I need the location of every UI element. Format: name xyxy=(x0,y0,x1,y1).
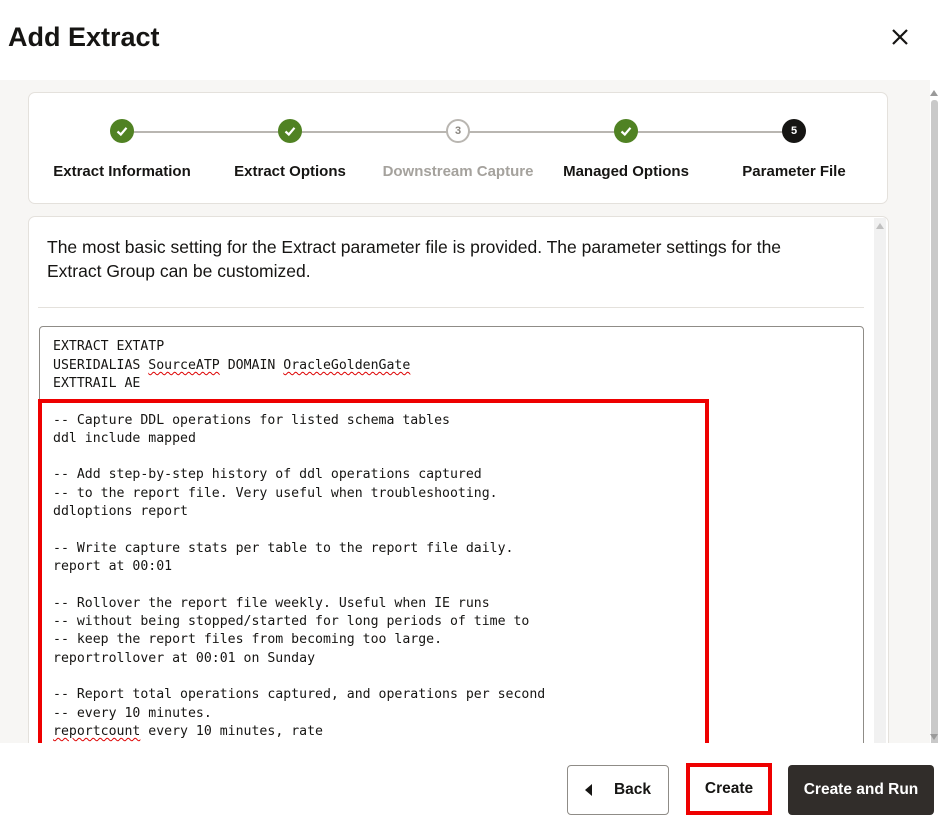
step-1-complete-marker[interactable] xyxy=(110,119,134,143)
code-line: report at 00:01 xyxy=(53,559,173,574)
checkmark-icon xyxy=(116,127,128,137)
code-line: -- without being stopped/started for lon… xyxy=(53,614,530,629)
scroll-up-arrow[interactable] xyxy=(930,90,938,96)
code-line: EXTRACT EXTATP xyxy=(53,339,165,354)
step-label-extract-options[interactable]: Extract Options xyxy=(205,163,375,180)
code-line: -- every 10 minutes. xyxy=(53,706,212,721)
close-button[interactable] xyxy=(884,20,918,54)
code-line-reportcount: reportcount every 10 minutes, rate xyxy=(53,724,323,739)
code-line-useridalias: USERIDALIAS SourceATP DOMAIN OracleGolde… xyxy=(53,358,411,373)
panel-scroll-up-arrow[interactable] xyxy=(876,223,884,229)
dialog-title: Add Extract xyxy=(8,22,160,52)
back-button[interactable]: Back xyxy=(567,765,669,815)
code-line: reportrollover at 00:01 on Sunday xyxy=(53,651,316,666)
misspelled-word: SourceATP xyxy=(148,358,220,373)
dialog-header: Add Extract xyxy=(0,0,939,80)
arrow-left-icon xyxy=(584,784,592,796)
step-5-current-marker[interactable]: 5 xyxy=(782,119,806,143)
section-divider xyxy=(38,307,864,308)
parameter-file-description: The most basic setting for the Extract p… xyxy=(47,237,782,281)
step-label-parameter-file[interactable]: Parameter File xyxy=(709,163,879,180)
code-line: -- to the report file. Very useful when … xyxy=(53,486,498,501)
code-line: -- Add step-by-step history of ddl opera… xyxy=(53,467,482,482)
step-label-managed-options[interactable]: Managed Options xyxy=(541,163,711,180)
step-train: 3 5 Extract Information Extract Options … xyxy=(28,92,888,204)
close-icon xyxy=(892,29,908,45)
checkmark-icon xyxy=(284,127,296,137)
step-2-complete-marker[interactable] xyxy=(278,119,302,143)
panel-scrollbar[interactable] xyxy=(874,218,886,743)
step-label-downstream-capture: Downstream Capture xyxy=(382,163,534,180)
misspelled-word: OracleGoldenGate xyxy=(283,358,411,373)
step-3-disabled-marker: 3 xyxy=(446,119,470,143)
scroll-thumb[interactable] xyxy=(931,100,938,748)
code-line: -- Capture DDL operations for listed sch… xyxy=(53,413,450,428)
code-line: -- keep the report files from becoming t… xyxy=(53,632,443,647)
back-button-label: Back xyxy=(613,781,652,798)
code-line: -- Report total operations captured, and… xyxy=(53,687,546,702)
create-button-label: Create xyxy=(704,780,754,797)
scroll-down-arrow[interactable] xyxy=(930,734,938,740)
step-4-complete-marker[interactable] xyxy=(614,119,638,143)
code-line: ddl include mapped xyxy=(53,431,196,446)
code-line: -- Write capture stats per table to the … xyxy=(53,541,514,556)
dialog-scrollbar[interactable] xyxy=(929,88,939,748)
create-button[interactable]: Create xyxy=(686,763,772,815)
create-and-run-button[interactable]: Create and Run xyxy=(788,765,934,815)
code-line: -- Rollover the report file weekly. Usef… xyxy=(53,596,490,611)
misspelled-word: reportcount xyxy=(53,724,141,739)
code-line: EXTTRAIL AE xyxy=(53,376,141,391)
code-line: ddloptions report xyxy=(53,504,188,519)
checkmark-icon xyxy=(620,127,632,137)
create-and-run-button-label: Create and Run xyxy=(803,781,919,798)
step-label-extract-information[interactable]: Extract Information xyxy=(37,163,207,180)
